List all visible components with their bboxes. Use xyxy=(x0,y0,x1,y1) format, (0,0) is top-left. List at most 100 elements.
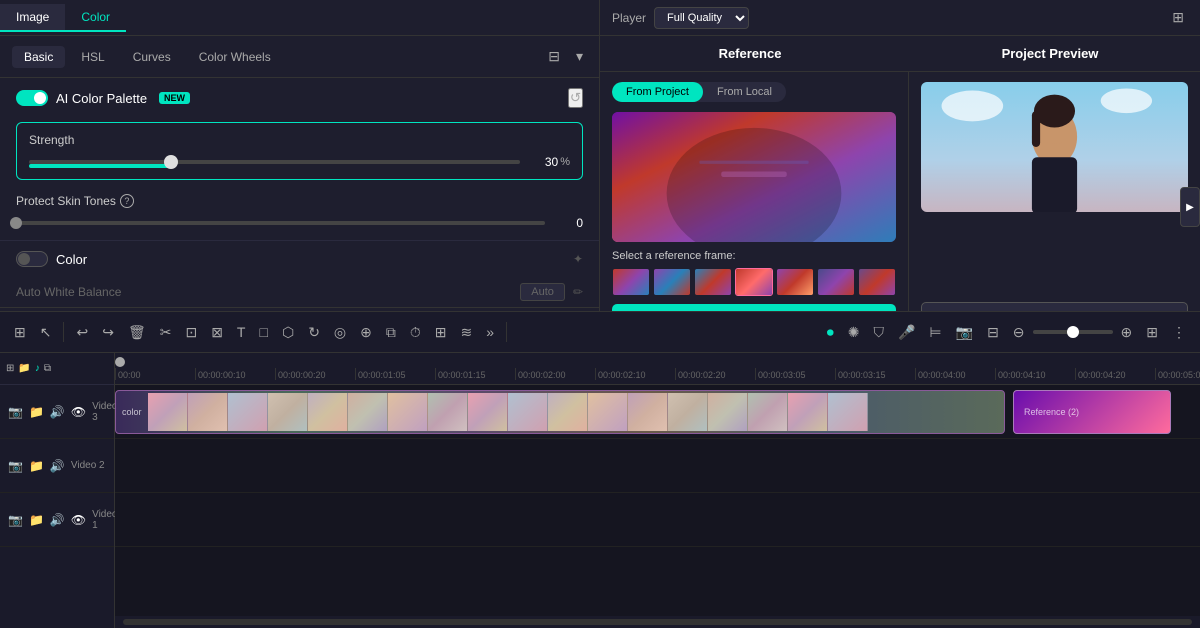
protect-row: Protect Skin Tones ? 0 xyxy=(0,184,599,240)
tool-cut[interactable]: ✂ xyxy=(154,320,178,345)
track-1-label: Video 1 xyxy=(92,509,117,531)
reference-preview xyxy=(612,112,896,242)
auto-wb-label: Auto White Balance xyxy=(16,285,520,299)
tool-rect[interactable]: □ xyxy=(253,320,273,344)
tool-mic[interactable]: 🎤 xyxy=(892,320,921,345)
color-section: Color ✦ xyxy=(0,240,599,277)
tool-zoom-out[interactable]: ⊖ xyxy=(1007,320,1031,345)
ruler-marks: 00:00 00:00:00:10 00:00:00:20 00:00:01:0… xyxy=(115,353,1200,384)
from-project-btn[interactable]: From Project xyxy=(612,82,703,102)
tool-screenshot[interactable]: ⊟ xyxy=(981,320,1005,345)
subtab-basic[interactable]: Basic xyxy=(12,46,65,68)
zoom-slider[interactable] xyxy=(1033,330,1113,334)
grid-icon[interactable]: ⊞ xyxy=(1168,5,1188,30)
tool-split[interactable]: ⊠ xyxy=(205,320,229,345)
tool-divider-2 xyxy=(506,322,507,342)
thumbnail-strip xyxy=(612,268,896,296)
from-local-btn[interactable]: From Local xyxy=(703,82,786,102)
tool-redo[interactable]: ↪ xyxy=(96,320,120,345)
tool-marker[interactable]: ⊕ xyxy=(354,320,378,345)
tool-sticker[interactable]: ◎ xyxy=(328,320,352,345)
tool-more-right[interactable]: ⋮ xyxy=(1166,320,1192,345)
ruler-mark-4: 00:00:01:15 xyxy=(435,368,515,380)
frame-select-label: Select a reference frame: xyxy=(612,250,896,262)
protect-value: 0 xyxy=(553,216,583,230)
tool-undo[interactable]: ↩ xyxy=(70,320,94,345)
track-label-tools: ⊞ 📁 ♪ ⧉ xyxy=(0,353,114,385)
tool-grid-layout[interactable]: ⊞ xyxy=(1140,320,1164,345)
save-apply-button[interactable]: Save & Apply xyxy=(921,302,1188,311)
timeline-scrollbar[interactable] xyxy=(123,619,1192,625)
reference-clip[interactable]: Reference (2) xyxy=(1013,390,1171,434)
tool-tag[interactable]: ⊨ xyxy=(923,320,947,345)
project-preview-header: Project Preview xyxy=(900,36,1200,72)
tool-multi[interactable]: ⊞ xyxy=(8,320,32,345)
subtab-curves[interactable]: Curves xyxy=(121,46,183,68)
tool-rotate[interactable]: ↻ xyxy=(302,320,326,345)
layout-icon[interactable]: ⊟ xyxy=(544,44,564,69)
tool-shield[interactable]: ⛉ xyxy=(867,320,890,345)
source-toggle: From Project From Local xyxy=(612,82,786,102)
subtab-color-wheels[interactable]: Color Wheels xyxy=(187,46,283,68)
ruler-mark-11: 00:00:04:10 xyxy=(995,368,1075,380)
tool-zoom-in[interactable]: ⊕ xyxy=(1115,320,1139,345)
tool-resize[interactable]: ⊞ xyxy=(429,320,453,345)
tool-cam[interactable]: 📷 xyxy=(950,320,979,345)
ruler-mark-13: 00:00:05:05 xyxy=(1155,368,1200,380)
tool-more[interactable]: » xyxy=(480,320,500,344)
tool-paint[interactable]: ≋ xyxy=(455,320,479,345)
color-toggle[interactable] xyxy=(16,251,48,267)
expand-icon[interactable]: ▾ xyxy=(572,44,587,69)
ai-palette-row: AI Color Palette NEW ↺ xyxy=(0,78,599,118)
marker-icon[interactable]: ⧉ xyxy=(44,363,51,374)
palette-reset-icon[interactable]: ↺ xyxy=(568,88,583,108)
tool-timer[interactable]: ⏱ xyxy=(404,320,427,345)
thumb-7[interactable] xyxy=(858,268,896,296)
strength-slider[interactable] xyxy=(29,160,520,164)
right-arrow-button[interactable]: ▶ xyxy=(1180,187,1200,227)
info-icon: ? xyxy=(120,194,134,208)
quality-select[interactable]: Full Quality Half Quality xyxy=(654,7,749,29)
tool-cursor[interactable]: ↖ xyxy=(34,320,58,345)
tab-color[interactable]: Color xyxy=(65,4,126,32)
auto-btn[interactable]: Auto xyxy=(520,283,565,301)
tool-clip[interactable]: ⧉ xyxy=(380,320,402,345)
ruler-mark-9: 00:00:03:15 xyxy=(835,368,915,380)
timeline-main: 00:00 00:00:00:10 00:00:00:20 00:00:01:0… xyxy=(115,353,1200,628)
track-3-icon-audio: 🔊 xyxy=(50,405,65,419)
tool-divider-1 xyxy=(63,322,64,342)
tool-record[interactable]: ⏺ xyxy=(821,320,840,345)
music-icon[interactable]: ♪ xyxy=(35,363,40,374)
tool-effect[interactable]: ✺ xyxy=(842,320,866,345)
video-track-1 xyxy=(115,493,1200,547)
tool-shape[interactable]: ⬡ xyxy=(276,320,300,345)
thumb-3[interactable] xyxy=(694,268,732,296)
ruler-mark-12: 00:00:04:20 xyxy=(1075,368,1155,380)
thumb-2[interactable] xyxy=(653,268,691,296)
reference-panel: From Project From Local xyxy=(600,72,909,311)
generate-button[interactable]: Generate xyxy=(612,304,896,311)
subtab-hsl[interactable]: HSL xyxy=(69,46,116,68)
track-1-icon-eye[interactable]: 👁 xyxy=(71,513,86,527)
thumb-1[interactable] xyxy=(612,268,650,296)
new-badge: NEW xyxy=(159,92,190,104)
thumb-4[interactable] xyxy=(735,268,773,296)
ai-palette-label: AI Color Palette xyxy=(56,91,147,106)
thumb-5[interactable] xyxy=(776,268,814,296)
tool-text[interactable]: T xyxy=(231,320,252,344)
auto-wb-row: Auto White Balance Auto ✏ xyxy=(0,277,599,307)
protect-label-text: Protect Skin Tones xyxy=(16,194,116,208)
ai-palette-toggle[interactable] xyxy=(16,90,48,106)
protect-slider[interactable] xyxy=(16,221,545,225)
track-3-icon-eye[interactable]: 👁 xyxy=(71,405,86,419)
ruler-mark-8: 00:00:03:05 xyxy=(755,368,835,380)
folder-icon[interactable]: 📁 xyxy=(18,363,30,374)
tab-image[interactable]: Image xyxy=(0,4,65,32)
project-preview-image xyxy=(921,82,1188,212)
panel-headers: Reference Project Preview xyxy=(600,36,1200,72)
thumb-6[interactable] xyxy=(817,268,855,296)
tool-crop[interactable]: ⊡ xyxy=(179,320,203,345)
add-track-icon[interactable]: ⊞ xyxy=(6,363,14,374)
color-clip[interactable]: color xyxy=(115,390,1005,434)
tool-delete[interactable]: 🗑 xyxy=(122,320,152,345)
